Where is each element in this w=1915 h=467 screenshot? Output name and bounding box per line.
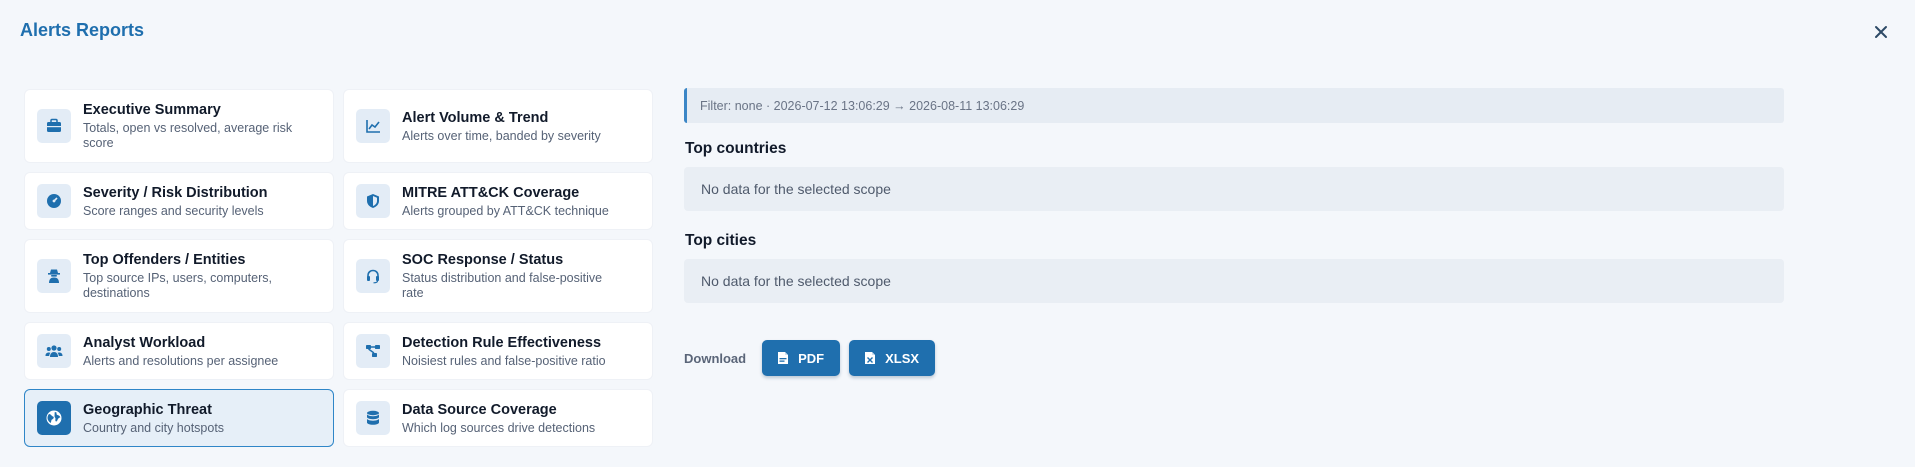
report-type-grid: Executive Summary Totals, open vs resolv… (24, 89, 653, 447)
section-title-top-countries: Top countries (685, 140, 787, 157)
empty-state-top-cities: No data for the selected scope (684, 259, 1784, 303)
report-card-title: Data Source Coverage (402, 401, 557, 418)
file-excel-icon (864, 351, 876, 365)
report-card-desc: Which log sources drive detections (402, 420, 596, 435)
database-icon (356, 401, 390, 435)
file-pdf-icon (777, 351, 789, 365)
report-card-analyst-workload[interactable]: Analyst Workload Alerts and resolutions … (24, 322, 334, 380)
report-card-severity-risk[interactable]: Severity / Risk Distribution Score range… (24, 172, 334, 230)
globe-icon (37, 401, 71, 435)
report-card-title: Severity / Risk Distribution (83, 184, 268, 201)
report-preview-panel: Filter: none · 2026-07-12 13:06:29 → 202… (684, 88, 1784, 376)
user-secret-icon (37, 259, 71, 293)
report-card-desc: Totals, open vs resolved, average risk s… (83, 121, 293, 150)
gauge-icon (37, 184, 71, 218)
report-card-soc-response[interactable]: SOC Response / Status Status distributio… (343, 239, 653, 313)
headset-icon (356, 259, 390, 293)
report-card-desc: Alerts and resolutions per assignee (83, 353, 279, 368)
filter-summary: Filter: none · 2026-07-12 13:06:29 → 202… (684, 88, 1784, 123)
modal-title: Alerts Reports (20, 20, 145, 40)
section-title-top-cities: Top cities (685, 232, 757, 249)
report-card-executive-summary[interactable]: Executive Summary Totals, open vs resolv… (24, 89, 334, 163)
report-card-detection-rule[interactable]: Detection Rule Effectiveness Noisiest ru… (343, 322, 653, 380)
report-card-data-source[interactable]: Data Source Coverage Which log sources d… (343, 389, 653, 447)
users-icon (37, 334, 71, 368)
close-icon (1875, 26, 1887, 38)
download-pdf-label: PDF (798, 350, 825, 366)
download-xlsx-button[interactable]: XLSX (849, 340, 936, 376)
report-card-geographic-threat[interactable]: Geographic Threat Country and city hotsp… (24, 389, 334, 447)
report-card-desc: Top source IPs, users, computers, destin… (83, 271, 272, 300)
empty-state-top-countries: No data for the selected scope (684, 167, 1784, 211)
report-card-title: SOC Response / Status (402, 252, 564, 268)
report-card-desc: Country and city hotspots (83, 420, 225, 435)
report-card-alert-volume[interactable]: Alert Volume & Trend Alerts over time, b… (343, 89, 653, 163)
report-card-desc: Noisiest rules and false-positive ratio (402, 353, 606, 368)
line-chart-icon (356, 109, 390, 143)
report-card-desc: Status distribution and false-positive r… (402, 271, 603, 300)
report-card-title: Top Offenders / Entities (83, 252, 246, 268)
report-card-title: Detection Rule Effectiveness (402, 334, 602, 351)
report-card-top-offenders[interactable]: Top Offenders / Entities Top source IPs,… (24, 239, 334, 313)
report-card-title: Executive Summary (83, 102, 221, 118)
download-pdf-button[interactable]: PDF (762, 340, 841, 376)
report-card-mitre-attack[interactable]: MITRE ATT&CK Coverage Alerts grouped by … (343, 172, 653, 230)
report-card-desc: Score ranges and security levels (83, 203, 264, 218)
report-card-title: Geographic Threat (83, 401, 212, 418)
download-row: Download PDF XLSX (684, 340, 1784, 376)
report-card-title: Analyst Workload (83, 334, 206, 351)
diagram-icon (356, 334, 390, 368)
report-card-title: MITRE ATT&CK Coverage (402, 184, 580, 201)
shield-icon (356, 184, 390, 218)
download-xlsx-label: XLSX (885, 350, 920, 366)
report-card-desc: Alerts grouped by ATT&CK technique (402, 203, 609, 218)
close-button[interactable] (1869, 20, 1893, 44)
briefcase-icon (37, 109, 71, 143)
report-card-desc: Alerts over time, banded by severity (402, 128, 601, 143)
download-label: Download (684, 350, 747, 366)
report-card-title: Alert Volume & Trend (402, 109, 549, 126)
